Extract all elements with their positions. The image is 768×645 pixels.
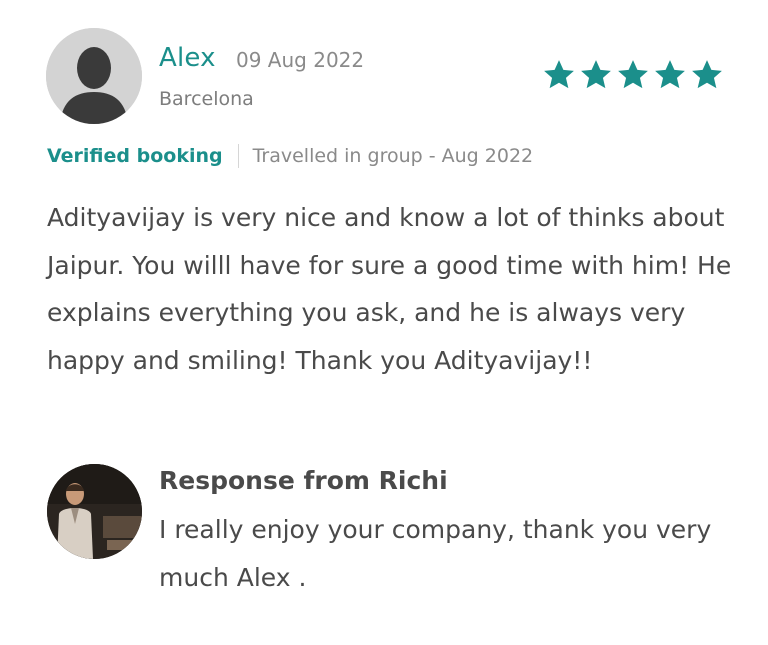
reviewer-name[interactable]: Alex	[159, 43, 216, 73]
star-icon	[581, 60, 611, 89]
review-text: Adityavijay is very nice and know a lot …	[47, 203, 732, 375]
host-photo-avatar	[47, 464, 142, 559]
user-silhouette-icon	[46, 28, 142, 124]
reviewer-avatar	[46, 28, 142, 124]
star-icon	[618, 60, 648, 89]
review-meta: Verified booking Travelled in group - Au…	[47, 144, 533, 168]
reviewer-location: Barcelona	[159, 88, 254, 110]
meta-divider	[237, 144, 239, 168]
trip-info: Travelled in group - Aug 2022	[252, 145, 534, 167]
star-icon	[655, 60, 685, 89]
response-title: Response from Richi	[159, 466, 448, 495]
verified-booking-badge: Verified booking	[47, 145, 223, 167]
host-photo	[47, 464, 142, 559]
response-text: I really enjoy your company, thank you v…	[159, 515, 712, 592]
review-date: 09 Aug 2022	[236, 48, 365, 72]
star-icon	[692, 60, 722, 89]
star-icon	[544, 60, 574, 89]
star-rating	[542, 58, 724, 92]
